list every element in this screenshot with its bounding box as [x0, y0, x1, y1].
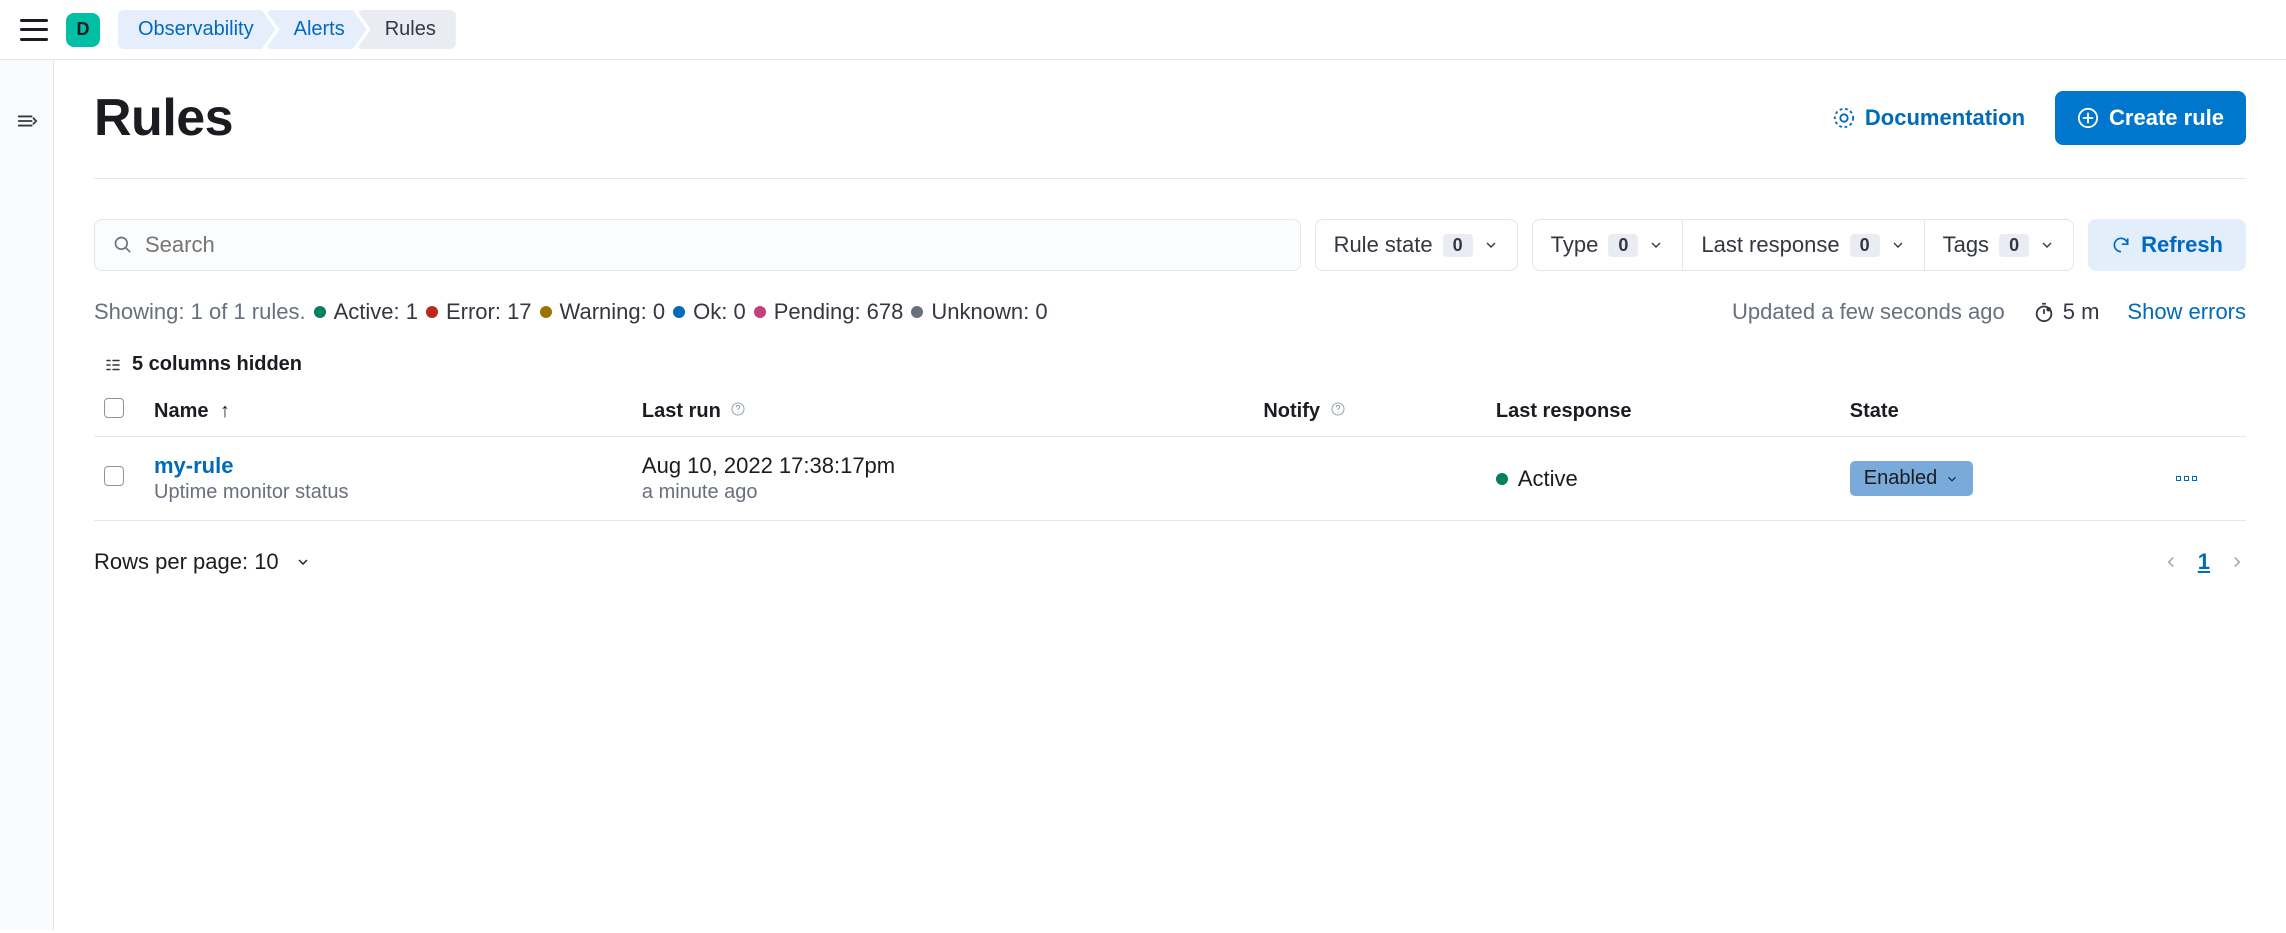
status-active[interactable]: Active: 1 [314, 299, 418, 325]
type-label: Type [1551, 232, 1599, 258]
tags-label: Tags [1943, 232, 1989, 258]
dot-blue-icon [673, 306, 685, 318]
page-number[interactable]: 1 [2198, 549, 2210, 575]
columns-hidden-button[interactable]: 5 columns hidden [94, 353, 2246, 376]
expand-sidebar-icon[interactable] [16, 110, 38, 930]
menu-toggle[interactable] [20, 19, 48, 41]
breadcrumb-rules: Rules [357, 10, 456, 49]
status-error[interactable]: Error: 17 [426, 299, 532, 325]
status-pending[interactable]: Pending: 678 [754, 299, 904, 325]
type-filter[interactable]: Type 0 [1532, 219, 1684, 271]
type-count: 0 [1608, 234, 1638, 257]
updated-text: Updated a few seconds ago [1732, 299, 2005, 325]
dot-yellow-icon [540, 306, 552, 318]
documentation-label: Documentation [1865, 105, 2025, 131]
tags-count: 0 [1999, 234, 2029, 257]
refresh-label: Refresh [2141, 232, 2223, 258]
col-last-response[interactable]: Last response [1486, 386, 1840, 437]
col-state[interactable]: State [1840, 386, 2166, 437]
col-last-run[interactable]: Last run [632, 386, 1253, 437]
last-response-count: 0 [1850, 234, 1880, 257]
tags-filter[interactable]: Tags 0 [1924, 219, 2075, 271]
table-row: my-rule Uptime monitor status Aug 10, 20… [94, 437, 2246, 521]
dot-red-icon [426, 306, 438, 318]
stopwatch-icon [2033, 301, 2055, 323]
create-rule-button[interactable]: Create rule [2055, 91, 2246, 145]
status-warning[interactable]: Warning: 0 [540, 299, 666, 325]
plus-circle-icon [2077, 107, 2099, 129]
breadcrumb: Observability Alerts Rules [118, 10, 456, 49]
columns-hidden-label: 5 columns hidden [132, 353, 302, 376]
chevron-down-icon [1945, 472, 1959, 486]
create-rule-label: Create rule [2109, 105, 2224, 131]
col-name[interactable]: Name ↑ [144, 386, 632, 437]
avatar-letter: D [77, 19, 90, 40]
pagination: 1 [2162, 549, 2246, 575]
search-icon [113, 235, 133, 255]
row-checkbox[interactable] [104, 466, 124, 486]
interval-selector[interactable]: 5 m [2033, 299, 2100, 325]
breadcrumb-observability[interactable]: Observability [118, 10, 276, 49]
search-input[interactable] [94, 219, 1301, 271]
sort-asc-icon: ↑ [220, 400, 230, 422]
last-run-time: Aug 10, 2022 17:38:17pm [642, 453, 1243, 479]
refresh-icon [2111, 235, 2131, 255]
chevron-down-icon [295, 554, 311, 570]
rows-per-page-label: Rows per page: 10 [94, 549, 279, 575]
dot-gray-icon [911, 306, 923, 318]
dot-green-icon [1496, 473, 1508, 485]
help-icon [1833, 107, 1855, 129]
status-ok[interactable]: Ok: 0 [673, 299, 746, 325]
last-run-relative: a minute ago [642, 481, 1243, 504]
last-response-filter[interactable]: Last response 0 [1682, 219, 1924, 271]
dot-pink-icon [754, 306, 766, 318]
chevron-down-icon [1648, 237, 1664, 253]
chevron-down-icon [1890, 237, 1906, 253]
status-unknown[interactable]: Unknown: 0 [911, 299, 1047, 325]
interval-value: 5 m [2063, 299, 2100, 325]
search-field[interactable] [145, 232, 1282, 258]
notify-cell [1253, 437, 1486, 521]
state-badge[interactable]: Enabled [1850, 461, 1973, 496]
chevron-down-icon [2039, 237, 2055, 253]
help-icon [1330, 401, 1346, 417]
refresh-button[interactable]: Refresh [2088, 219, 2246, 271]
state-label: Enabled [1864, 467, 1937, 490]
rule-name-link[interactable]: my-rule [154, 453, 622, 479]
rules-table: Name ↑ Last run Notify Last response Sta… [94, 386, 2246, 521]
columns-icon [104, 356, 122, 374]
avatar[interactable]: D [66, 13, 100, 47]
documentation-link[interactable]: Documentation [1833, 105, 2025, 131]
col-notify[interactable]: Notify [1253, 386, 1486, 437]
last-response-label: Last response [1701, 232, 1839, 258]
rule-state-filter[interactable]: Rule state 0 [1315, 219, 1518, 271]
divider [94, 178, 2246, 179]
dot-green-icon [314, 306, 326, 318]
select-all-checkbox[interactable] [104, 398, 124, 418]
chevron-down-icon [1483, 237, 1499, 253]
help-icon [730, 401, 746, 417]
rule-subtitle: Uptime monitor status [154, 481, 622, 504]
row-actions-button[interactable] [2176, 476, 2236, 481]
next-page-button[interactable] [2228, 553, 2246, 571]
rule-state-label: Rule state [1334, 232, 1433, 258]
page-title: Rules [94, 88, 233, 148]
showing-text: Showing: 1 of 1 rules. [94, 299, 306, 325]
rule-state-count: 0 [1443, 234, 1473, 257]
side-rail [0, 60, 54, 930]
breadcrumb-alerts[interactable]: Alerts [266, 10, 367, 49]
last-response-value: Active [1496, 466, 1830, 492]
show-errors-link[interactable]: Show errors [2127, 299, 2246, 325]
prev-page-button[interactable] [2162, 553, 2180, 571]
rows-per-page-selector[interactable]: Rows per page: 10 [94, 549, 311, 575]
